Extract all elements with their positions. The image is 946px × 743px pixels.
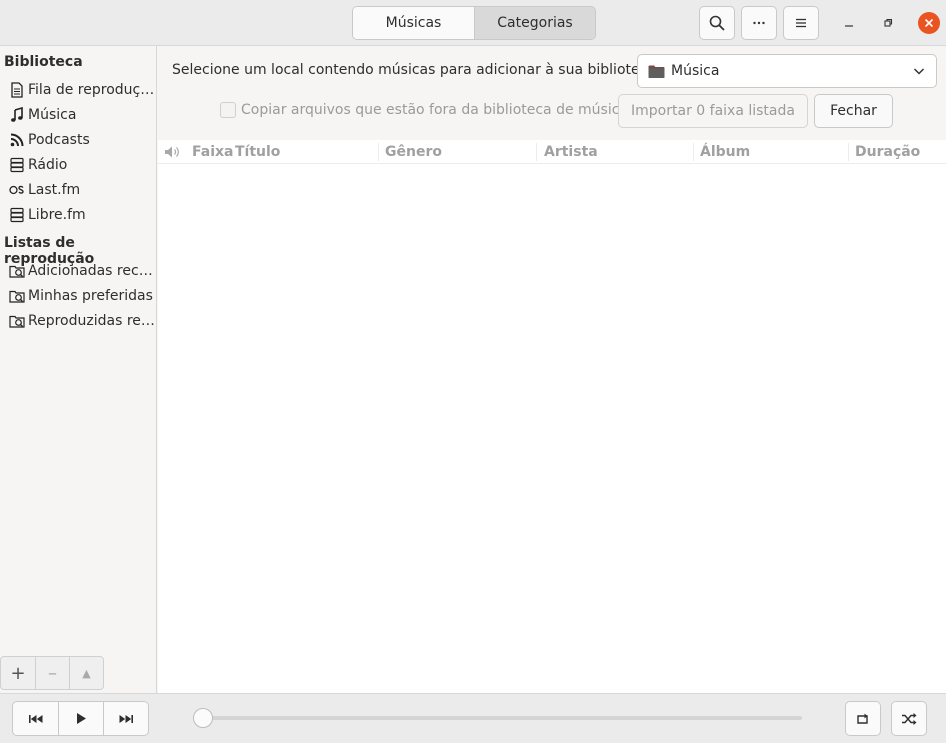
sidebar-item-recently-added[interactable]: Adicionadas recentemente	[9, 259, 155, 283]
play-icon	[77, 713, 86, 724]
minimize-icon	[845, 25, 853, 27]
chevron-down-icon	[913, 68, 925, 75]
folder-chooser[interactable]: Música	[637, 54, 937, 88]
import-bar: Selecione um local contendo músicas para…	[158, 46, 946, 140]
hamburger-menu-icon	[796, 18, 806, 28]
library-heading: Biblioteca	[4, 54, 83, 70]
minimize-button[interactable]	[838, 12, 860, 34]
smart-playlist-icon	[9, 288, 25, 304]
seek-slider-handle[interactable]	[193, 708, 213, 728]
column-duration[interactable]: Duração	[855, 144, 920, 160]
column-separator	[378, 143, 379, 161]
rss-icon	[9, 132, 25, 148]
sidebar-item-lastfm[interactable]: Last.fm	[9, 178, 155, 202]
repeat-icon	[857, 713, 868, 724]
smart-playlist-icon	[9, 313, 25, 329]
smart-playlist-icon	[9, 263, 25, 279]
sidebar-item-music[interactable]: Música	[9, 103, 155, 127]
sidebar-item-label: Adicionadas recentemente	[28, 263, 155, 279]
main-menu-button[interactable]	[783, 6, 819, 40]
next-button[interactable]	[103, 702, 148, 735]
repeat-button[interactable]	[845, 701, 881, 736]
close-button[interactable]	[918, 12, 940, 34]
search-icon	[709, 15, 725, 31]
previous-icon	[28, 714, 42, 723]
sidebar-item-label: Reproduzidas recentemente	[28, 313, 155, 329]
import-button[interactable]: Importar 0 faixa listada	[618, 94, 808, 128]
add-playlist-button[interactable]: +	[1, 657, 35, 689]
tab-musicas[interactable]: Músicas	[353, 7, 474, 39]
search-button[interactable]	[699, 6, 735, 40]
more-button[interactable]	[741, 6, 777, 40]
sidebar-item-label: Minhas preferidas	[28, 288, 153, 304]
sidebar-item-favorites[interactable]: Minhas preferidas	[9, 284, 155, 308]
previous-button[interactable]	[13, 702, 58, 735]
column-artist[interactable]: Artista	[544, 144, 598, 160]
column-genre[interactable]: Gênero	[385, 144, 442, 160]
eject-button[interactable]: ▲	[69, 657, 103, 689]
close-icon	[925, 19, 933, 27]
server-icon	[9, 207, 25, 223]
music-note-icon	[9, 107, 25, 123]
play-button[interactable]	[58, 702, 103, 735]
sidebar-item-radio[interactable]: Rádio	[9, 153, 155, 177]
sidebar-item-label: Libre.fm	[28, 207, 86, 223]
header-bar: Músicas Categorias	[0, 0, 946, 46]
sidebar-item-label: Música	[28, 107, 77, 123]
copy-files-checkbox[interactable]: Copiar arquivos que estão fora da biblio…	[220, 102, 628, 118]
sidebar-item-label: Podcasts	[28, 132, 90, 148]
sidebar-item-label: Fila de reprodução	[28, 82, 155, 98]
sidebar-item-recently-played[interactable]: Reproduzidas recentemente	[9, 309, 155, 333]
shuffle-button[interactable]	[891, 701, 927, 736]
seek-slider-track[interactable]	[195, 716, 802, 720]
restore-button[interactable]	[877, 12, 899, 34]
tab-categorias[interactable]: Categorias	[474, 7, 595, 39]
sidebar-item-label: Rádio	[28, 157, 68, 173]
column-track[interactable]: Faixa	[192, 144, 233, 160]
folder-name: Música	[671, 63, 720, 79]
column-separator	[848, 143, 849, 161]
folder-icon	[648, 65, 665, 78]
column-separator	[693, 143, 694, 161]
restore-icon	[884, 18, 893, 27]
radio-server-icon	[9, 157, 25, 173]
main-content: Selecione um local contendo músicas para…	[158, 46, 946, 693]
import-prompt: Selecione um local contendo músicas para…	[172, 62, 661, 78]
document-icon	[9, 82, 25, 98]
column-album[interactable]: Álbum	[700, 144, 750, 160]
close-import-button[interactable]: Fechar	[814, 94, 893, 128]
player-bar	[0, 693, 946, 743]
more-horizontal-icon	[753, 21, 765, 25]
sidebar: Biblioteca Fila de reprodução Música Pod…	[0, 46, 157, 693]
transport-controls	[12, 701, 149, 736]
lastfm-icon	[9, 182, 25, 198]
sidebar-item-librefm[interactable]: Libre.fm	[9, 203, 155, 227]
view-switcher: Músicas Categorias	[352, 6, 596, 40]
copy-files-label: Copiar arquivos que estão fora da biblio…	[241, 102, 629, 118]
sidebar-toolbar: + – ▲	[0, 656, 104, 690]
next-icon	[119, 714, 133, 723]
sidebar-item-queue[interactable]: Fila de reprodução	[9, 78, 155, 102]
column-title[interactable]: Título	[235, 144, 280, 160]
shuffle-icon	[902, 712, 917, 725]
sidebar-item-label: Last.fm	[28, 182, 81, 198]
tracklist-header: Faixa Título Gênero Artista Álbum Duraçã…	[158, 140, 946, 164]
remove-playlist-button[interactable]: –	[35, 657, 69, 689]
sidebar-item-podcasts[interactable]: Podcasts	[9, 128, 155, 152]
checkbox-box[interactable]	[220, 102, 236, 118]
speaker-icon	[165, 146, 179, 158]
column-separator	[536, 143, 537, 161]
